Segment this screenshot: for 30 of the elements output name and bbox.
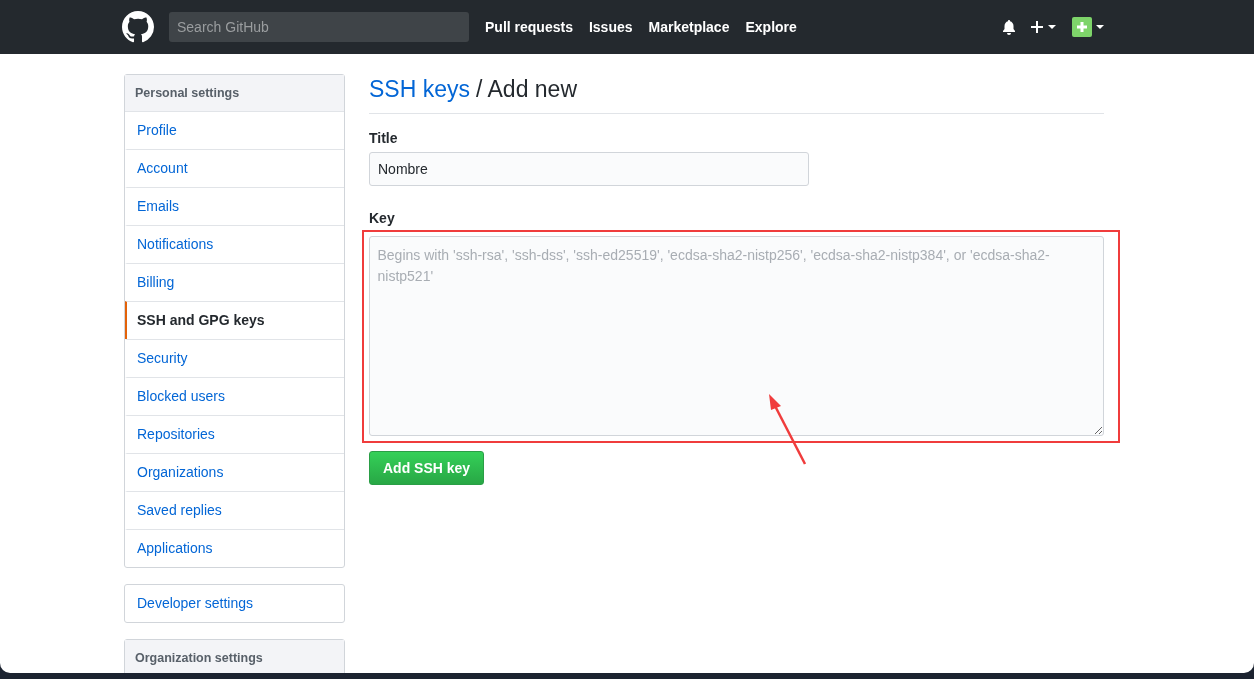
menu-item[interactable]: SSH and GPG keys <box>125 301 344 339</box>
key-textarea[interactable]: Begins with 'ssh-rsa', 'ssh-dss', 'ssh-ed25519', 'ecdsa-sha2-nistp256', 'ecdsa-sha2-nistp384', or 'ecdsa-sha2-nistp521' <box>368 236 1104 436</box>
menu-item[interactable]: Organizations <box>125 453 344 491</box>
bell-icon[interactable] <box>1002 19 1016 35</box>
field-label: Key <box>369 210 396 226</box>
menu-item[interactable]: Blocked users <box>125 377 344 415</box>
menu-item[interactable]: Applications <box>125 529 344 567</box>
menu-item[interactable]: Saved replies <box>125 491 344 529</box>
menu-item[interactable]: Notifications <box>125 225 344 263</box>
breadcrumb-link[interactable]: SSH keys <box>369 76 470 102</box>
plus-dropdown-icon[interactable] <box>1030 20 1058 34</box>
search-field[interactable]: Search GitHub <box>169 12 469 42</box>
nav-link[interactable]: Explore <box>745 19 797 35</box>
menu-item[interactable]: Repositories <box>125 415 344 453</box>
menu-item[interactable]: Security <box>125 339 344 377</box>
menu-item[interactable]: Profile <box>125 112 344 149</box>
avatar-dropdown-icon[interactable] <box>1072 17 1104 37</box>
title-input[interactable]: Nombre <box>369 152 809 186</box>
menu-item[interactable]: Developer settings <box>125 585 344 622</box>
menu-heading: Organization settings <box>125 640 344 673</box>
page-title: / Add new <box>476 76 577 102</box>
octocat-logo-icon[interactable] <box>122 11 154 43</box>
menu-item[interactable]: Billing <box>125 263 344 301</box>
menu-item[interactable]: Account <box>125 149 344 187</box>
menu-item[interactable]: Emails <box>125 187 344 225</box>
nav-link[interactable]: Marketplace <box>648 19 730 35</box>
menu-heading: Personal settings <box>125 75 344 112</box>
field-label: Title <box>369 130 399 146</box>
nav-link[interactable]: Issues <box>588 19 633 35</box>
nav-link[interactable]: Pull requests <box>485 19 573 35</box>
